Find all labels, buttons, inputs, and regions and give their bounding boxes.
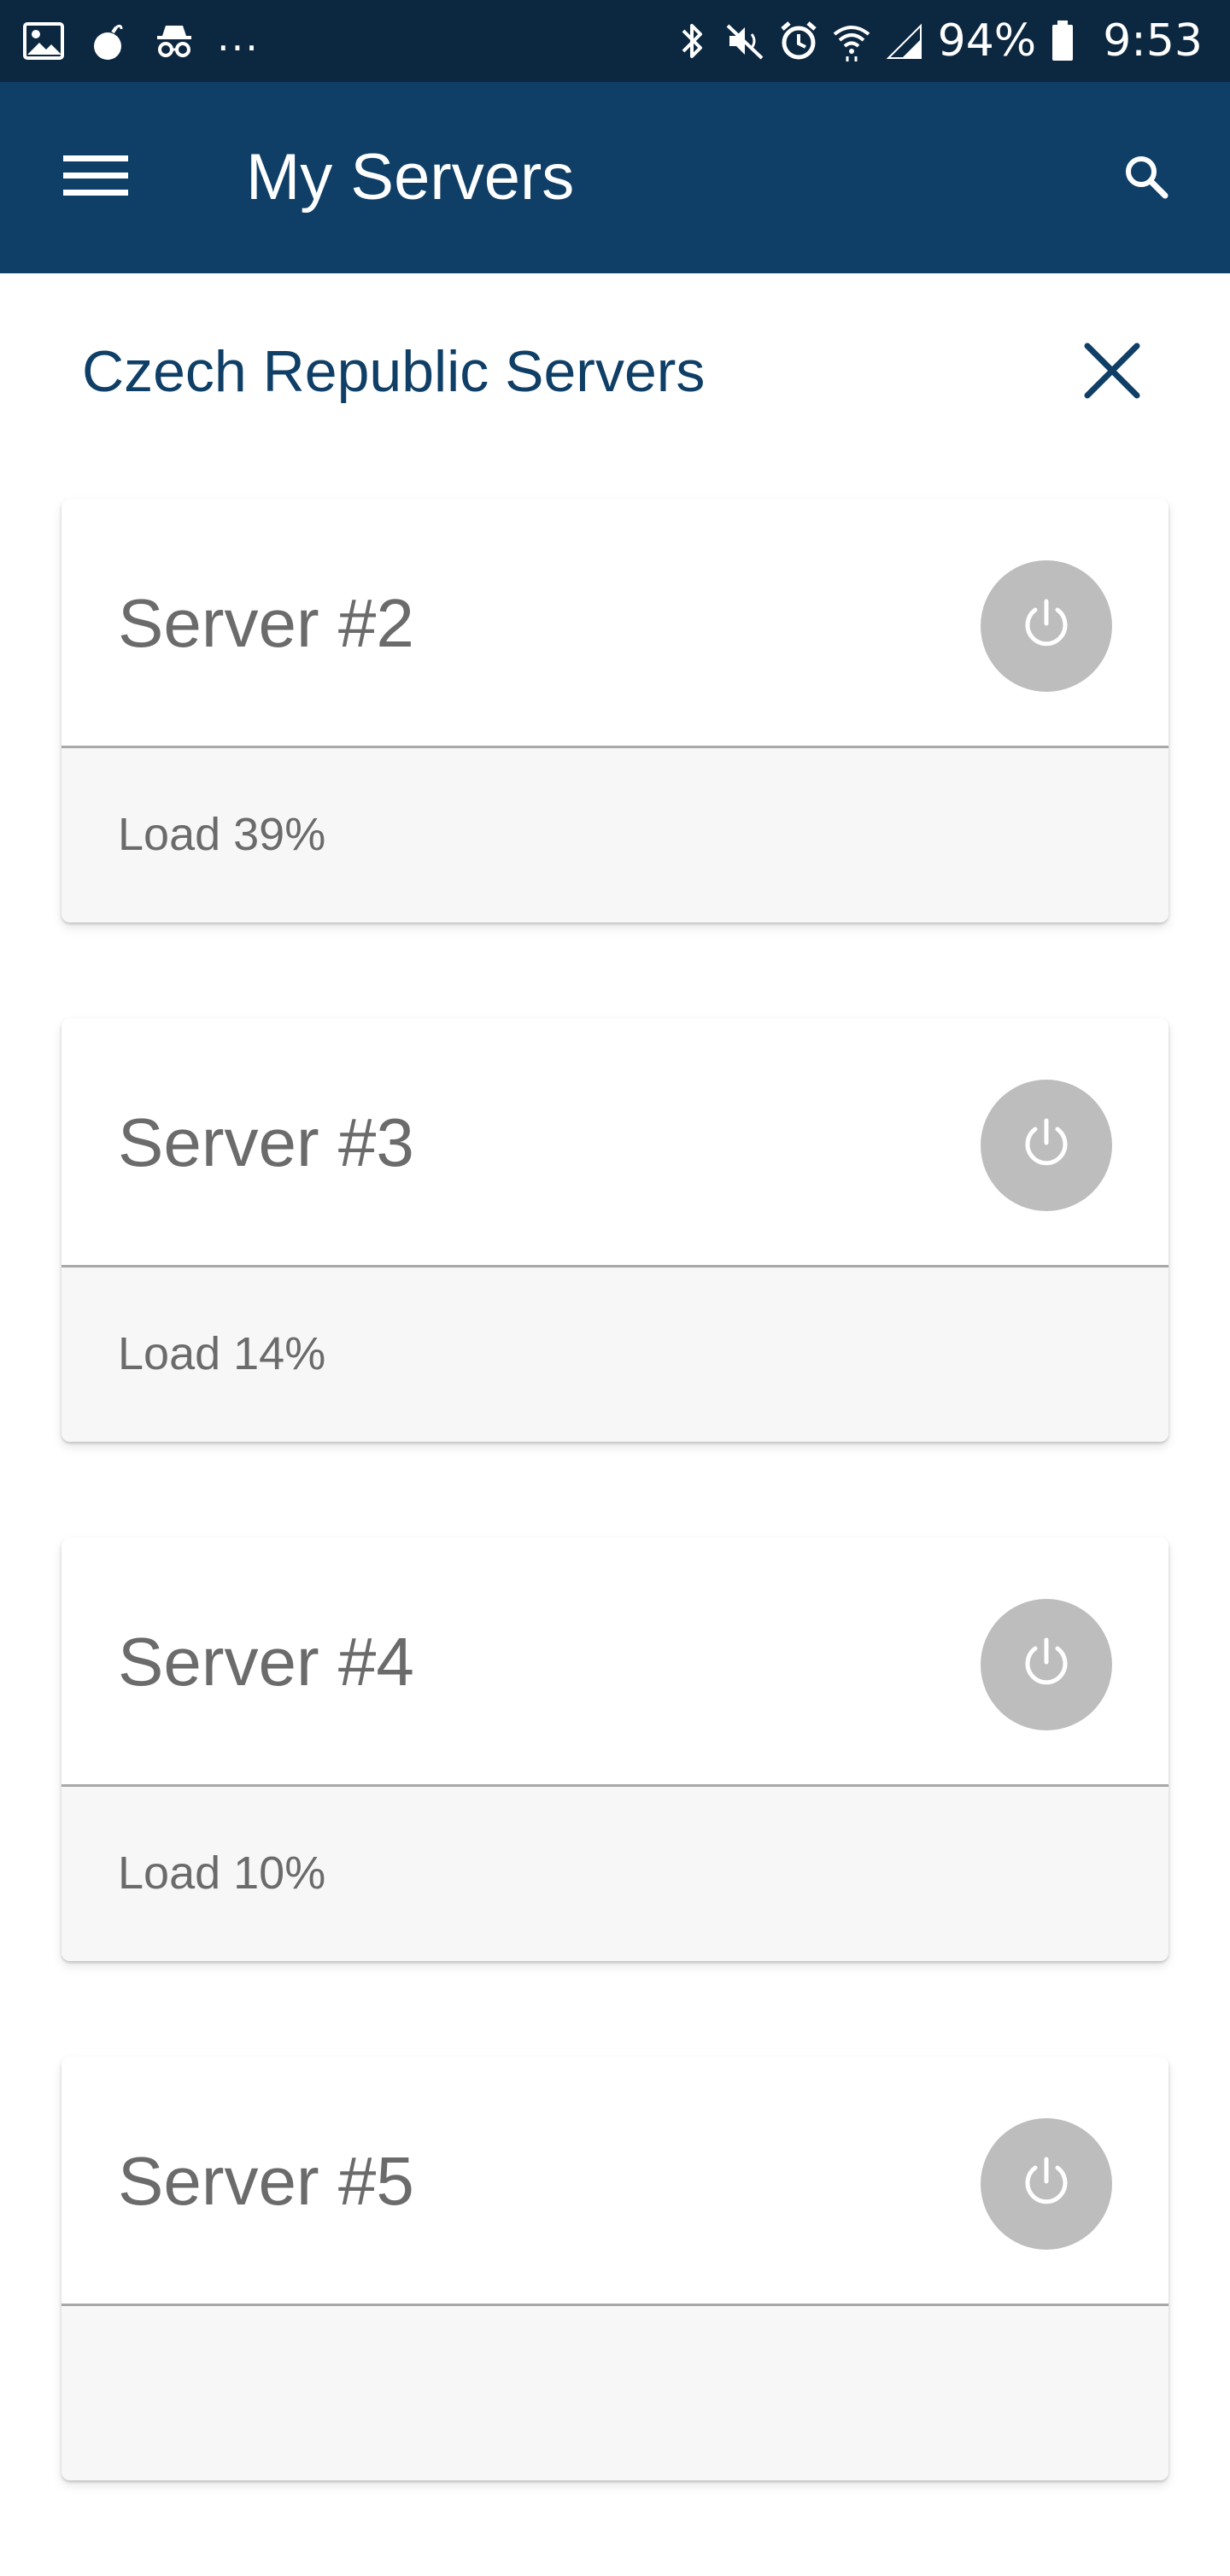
power-icon	[1016, 594, 1076, 658]
server-card[interactable]: Server #4 Load 10%	[62, 1537, 1168, 1961]
server-list: Server #2 Load 39% Server #3 Load 14% Se…	[62, 499, 1168, 2576]
power-icon	[1016, 1633, 1076, 1696]
power-button[interactable]	[981, 560, 1112, 692]
search-button[interactable]	[1105, 142, 1187, 215]
signal-icon	[885, 19, 924, 63]
status-left-icons: ...	[22, 15, 260, 63]
server-name: Server #3	[118, 1104, 414, 1180]
battery-percentage: 94%	[937, 15, 1037, 67]
image-icon	[22, 19, 67, 63]
server-card-footer: Load 14%	[62, 1268, 1168, 1442]
close-icon	[1082, 341, 1142, 404]
app-bar	[0, 82, 1230, 273]
search-icon	[1122, 153, 1170, 204]
incognito-icon	[152, 19, 196, 63]
close-button[interactable]	[1064, 325, 1160, 420]
server-load: Load 14%	[118, 1328, 326, 1379]
clock-time: 9:53	[1103, 15, 1203, 67]
page-title: My Servers	[246, 141, 575, 214]
wifi-icon	[832, 19, 871, 63]
server-card[interactable]: Server #3 Load 14%	[62, 1018, 1168, 1442]
bomb-icon	[87, 19, 132, 63]
bluetooth-icon	[673, 19, 712, 63]
server-load: Load 39%	[118, 809, 326, 860]
server-card[interactable]: Server #2 Load 39%	[62, 499, 1168, 922]
server-load: Load 10%	[118, 1847, 326, 1899]
power-icon	[1016, 1114, 1076, 1177]
alarm-icon	[779, 19, 818, 63]
power-button[interactable]	[981, 1599, 1112, 1730]
status-bar: ... 94% 9:53	[0, 0, 1230, 82]
battery-icon	[1050, 19, 1089, 63]
server-card-header: Server #4	[62, 1537, 1168, 1787]
power-button[interactable]	[981, 2118, 1112, 2250]
status-overflow-indicator: ...	[217, 14, 260, 60]
server-card-footer: Load 39%	[62, 748, 1168, 922]
server-card-footer: Load 10%	[62, 1787, 1168, 1961]
hamburger-menu-icon	[63, 152, 128, 203]
power-icon	[1016, 2152, 1076, 2216]
server-card-header: Server #2	[62, 499, 1168, 748]
server-name: Server #5	[118, 2143, 414, 2219]
section-title: Czech Republic Servers	[82, 339, 706, 404]
server-name: Server #4	[118, 1624, 414, 1700]
server-name: Server #2	[118, 585, 414, 661]
server-card-footer	[62, 2306, 1168, 2480]
server-card-header: Server #3	[62, 1018, 1168, 1268]
server-card[interactable]: Server #5	[62, 2057, 1168, 2480]
power-button[interactable]	[981, 1080, 1112, 1211]
menu-button[interactable]	[48, 137, 144, 219]
mute-icon	[726, 19, 765, 63]
server-card-header: Server #5	[62, 2057, 1168, 2306]
status-right-icons: 94% 9:53	[673, 15, 1203, 67]
